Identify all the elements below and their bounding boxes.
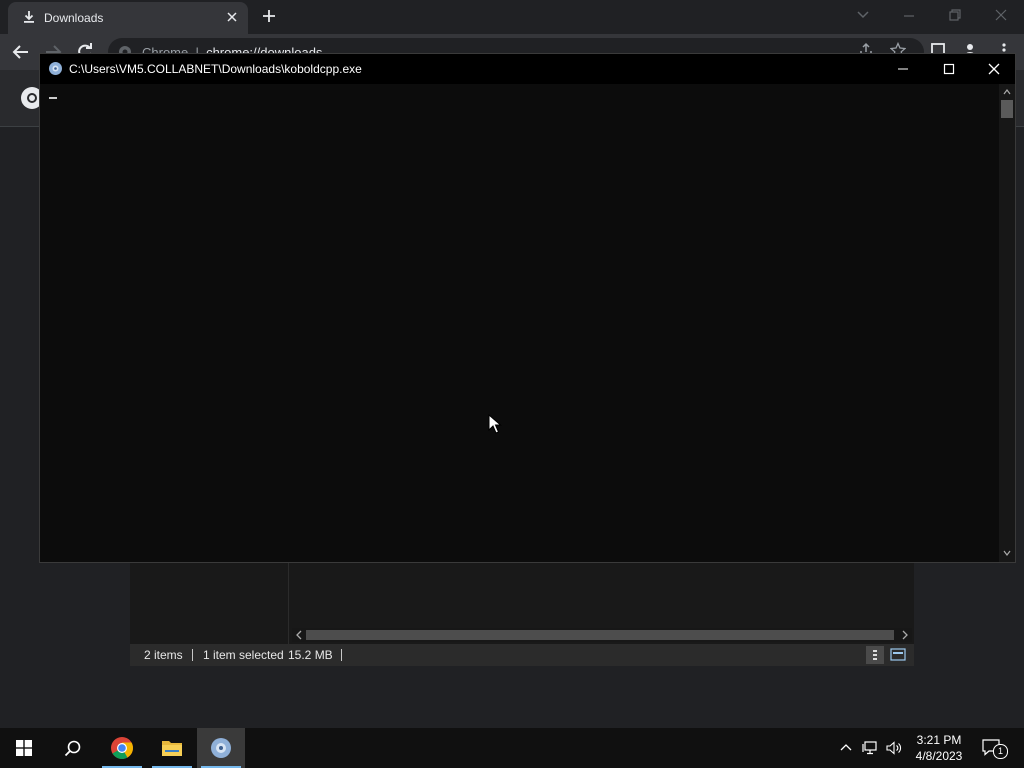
console-title: C:\Users\VM5.COLLABNET\Downloads\koboldc… <box>69 62 362 76</box>
text-cursor <box>49 97 57 99</box>
console-window[interactable]: C:\Users\VM5.COLLABNET\Downloads\koboldc… <box>39 53 1016 563</box>
selection-size: 15.2 MB <box>288 648 333 662</box>
scroll-right-icon[interactable] <box>900 629 910 641</box>
scrollbar-thumb[interactable] <box>306 630 894 640</box>
console-title-bar[interactable]: C:\Users\VM5.COLLABNET\Downloads\koboldc… <box>40 54 1015 84</box>
navigation-pane[interactable] <box>130 562 289 644</box>
taskbar: 3:21 PM 4/8/2023 1 <box>0 728 1024 768</box>
minimize-icon[interactable] <box>896 62 910 76</box>
new-tab-icon[interactable] <box>262 9 276 23</box>
scroll-down-icon[interactable] <box>1002 548 1012 558</box>
file-explorer-icon <box>162 741 182 756</box>
search-button[interactable] <box>48 728 96 768</box>
search-icon <box>64 740 81 757</box>
chevron-down-icon[interactable] <box>856 8 870 22</box>
mouse-pointer-icon <box>488 414 502 434</box>
notification-badge: 1 <box>993 744 1008 759</box>
details-view-icon <box>873 650 877 660</box>
vertical-scrollbar[interactable] <box>999 84 1015 562</box>
taskbar-koboldcpp-button[interactable] <box>197 728 245 768</box>
windows-logo-icon <box>16 740 32 756</box>
back-arrow-icon[interactable] <box>12 43 30 61</box>
koboldcpp-app-icon <box>49 62 62 75</box>
taskbar-chrome-button[interactable] <box>98 728 146 768</box>
close-icon[interactable] <box>987 62 1001 76</box>
large-icons-view-icon[interactable] <box>890 647 906 663</box>
tab-title: Downloads <box>44 11 104 25</box>
action-center-button[interactable]: 1 <box>982 739 1008 759</box>
horizontal-scrollbar[interactable] <box>292 628 912 642</box>
maximize-icon[interactable] <box>942 62 956 76</box>
item-count: 2 items <box>144 648 183 662</box>
volume-icon[interactable] <box>886 741 902 755</box>
restore-icon[interactable] <box>948 8 962 22</box>
tab-downloads[interactable]: Downloads <box>8 2 248 34</box>
tab-close-icon[interactable] <box>226 11 238 23</box>
scroll-left-icon[interactable] <box>294 629 304 641</box>
chevron-up-icon[interactable] <box>840 742 852 754</box>
console-output-area[interactable] <box>40 84 999 562</box>
download-icon <box>24 11 34 23</box>
taskbar-file-explorer-button[interactable] <box>148 728 196 768</box>
status-separator <box>341 649 342 661</box>
clock-time: 3:21 PM <box>916 733 962 747</box>
details-view-button[interactable] <box>866 646 884 664</box>
start-button[interactable] <box>0 728 48 768</box>
clock-date: 4/8/2023 <box>915 749 963 763</box>
status-separator <box>192 649 193 661</box>
network-icon[interactable] <box>862 741 878 755</box>
close-icon[interactable] <box>994 8 1008 22</box>
chrome-tab-strip: Downloads <box>0 0 1024 34</box>
scroll-up-icon[interactable] <box>1002 87 1012 97</box>
chrome-icon <box>111 737 133 759</box>
system-clock[interactable]: 3:21 PM 4/8/2023 <box>908 732 970 764</box>
file-explorer-window: 2 items 1 item selected 15.2 MB <box>130 562 914 666</box>
status-bar: 2 items 1 item selected 15.2 MB <box>130 644 914 666</box>
minimize-icon[interactable] <box>902 9 916 23</box>
selection-status: 1 item selected <box>203 648 284 662</box>
koboldcpp-icon <box>211 738 231 758</box>
scrollbar-thumb[interactable] <box>1001 100 1013 118</box>
